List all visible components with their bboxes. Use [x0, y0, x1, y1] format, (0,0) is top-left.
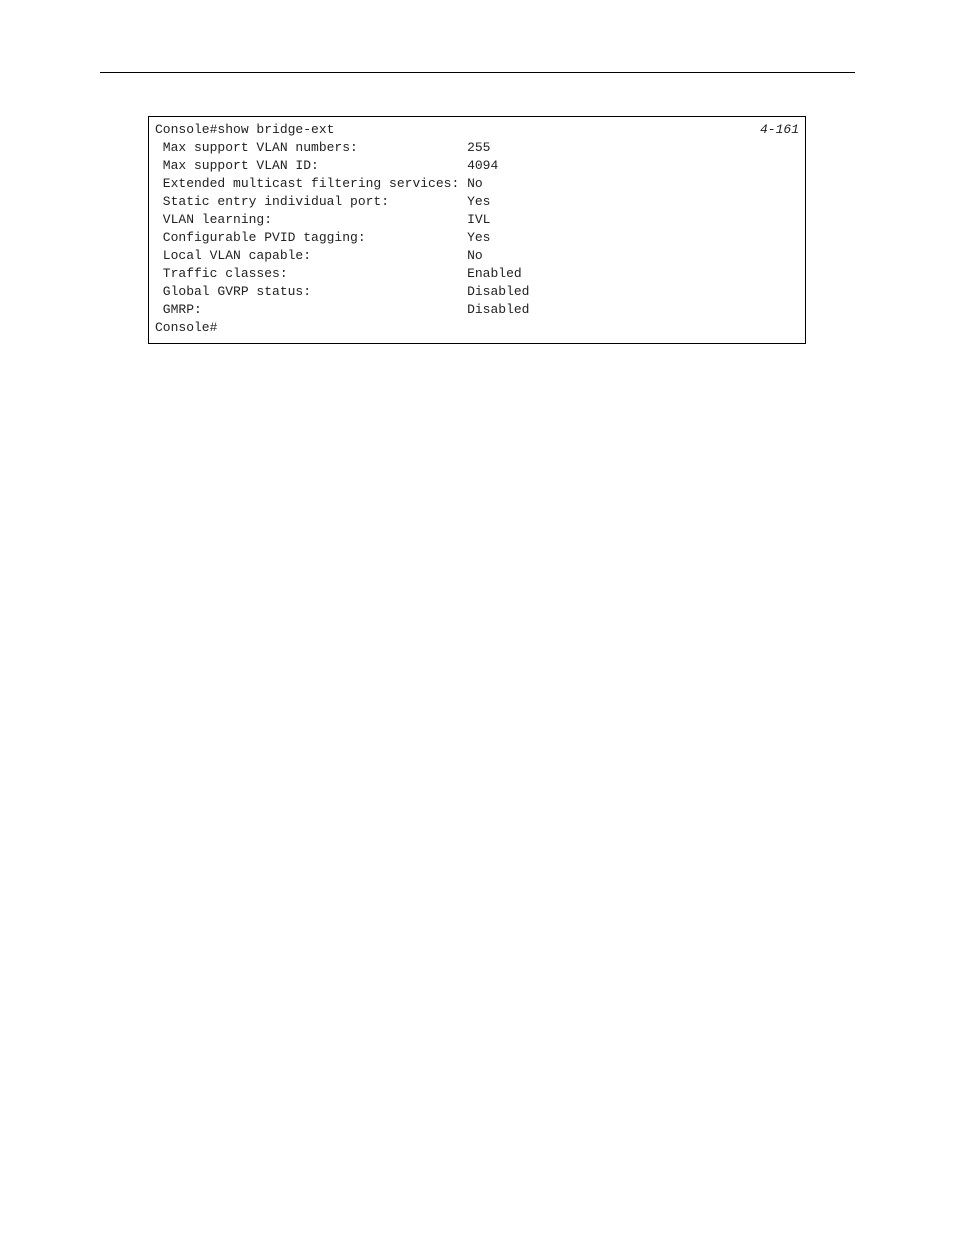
- row-value: Enabled: [467, 265, 522, 283]
- console-row: Traffic classes: Enabled: [155, 265, 799, 283]
- row-label: Traffic classes:: [155, 265, 467, 283]
- row-label: Configurable PVID tagging:: [155, 229, 467, 247]
- row-label: Global GVRP status:: [155, 283, 467, 301]
- page-reference: 4-161: [760, 121, 799, 139]
- console-row: Local VLAN capable: No: [155, 247, 799, 265]
- console-row: Max support VLAN ID: 4094: [155, 157, 799, 175]
- row-label: GMRP:: [155, 301, 467, 319]
- row-value: Yes: [467, 229, 490, 247]
- row-value: No: [467, 247, 483, 265]
- console-row: Max support VLAN numbers: 255: [155, 139, 799, 157]
- console-prompt-end: Console#: [155, 319, 799, 337]
- row-label: Static entry individual port:: [155, 193, 467, 211]
- row-value: 255: [467, 139, 490, 157]
- row-value: IVL: [467, 211, 490, 229]
- console-row: Static entry individual port: Yes: [155, 193, 799, 211]
- console-output-box: 4-161 Console#show bridge-ext Max suppor…: [148, 116, 806, 344]
- row-value: Disabled: [467, 283, 529, 301]
- console-row: Global GVRP status: Disabled: [155, 283, 799, 301]
- console-row: Extended multicast filtering services: N…: [155, 175, 799, 193]
- row-label: Max support VLAN numbers:: [155, 139, 467, 157]
- row-value: No: [467, 175, 483, 193]
- console-row: Configurable PVID tagging: Yes: [155, 229, 799, 247]
- page-top-rule: [100, 72, 855, 73]
- row-value: Yes: [467, 193, 490, 211]
- console-row: GMRP: Disabled: [155, 301, 799, 319]
- row-label: Local VLAN capable:: [155, 247, 467, 265]
- row-value: 4094: [467, 157, 498, 175]
- row-label: VLAN learning:: [155, 211, 467, 229]
- row-label: Extended multicast filtering services:: [155, 175, 467, 193]
- row-value: Disabled: [467, 301, 529, 319]
- console-row: VLAN learning: IVL: [155, 211, 799, 229]
- row-label: Max support VLAN ID:: [155, 157, 467, 175]
- console-prompt-start: Console#show bridge-ext: [155, 121, 799, 139]
